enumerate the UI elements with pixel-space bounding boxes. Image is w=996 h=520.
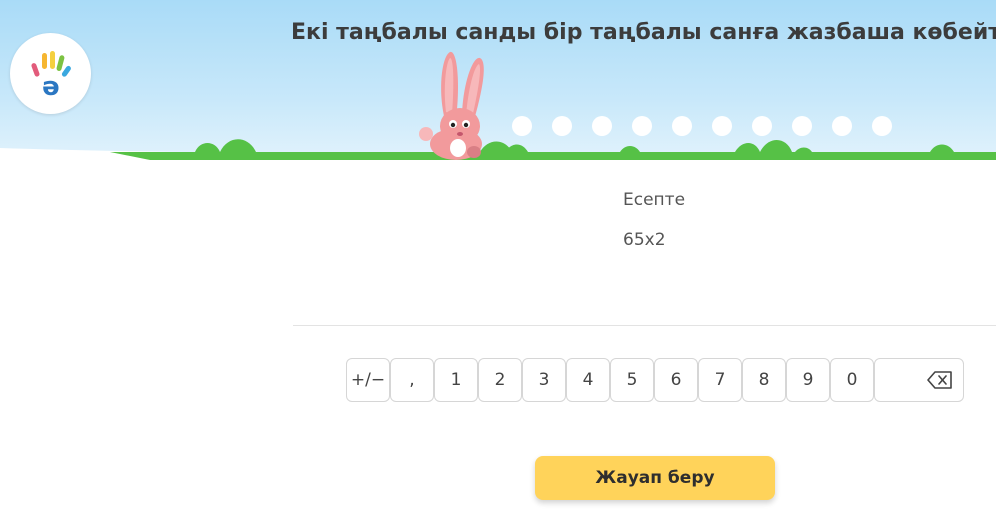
number-keypad: +/− , 1 2 3 4 5 6 7 8 9 0 xyxy=(346,358,964,402)
progress-dot xyxy=(552,116,572,136)
progress-dot xyxy=(872,116,892,136)
progress-dot xyxy=(752,116,772,136)
digit-key-5[interactable]: 5 xyxy=(610,358,654,402)
digit-key-0[interactable]: 0 xyxy=(830,358,874,402)
hand-logo-icon: ә xyxy=(30,50,71,99)
question-expression: 65x2 xyxy=(623,230,666,250)
digit-key-6[interactable]: 6 xyxy=(654,358,698,402)
sign-toggle-key[interactable]: +/− xyxy=(346,358,390,402)
progress-dots xyxy=(512,116,892,136)
digit-key-3[interactable]: 3 xyxy=(522,358,566,402)
progress-dot xyxy=(712,116,732,136)
progress-dot xyxy=(512,116,532,136)
progress-dot xyxy=(792,116,812,136)
comma-key[interactable]: , xyxy=(390,358,434,402)
digit-key-9[interactable]: 9 xyxy=(786,358,830,402)
backspace-key[interactable] xyxy=(874,358,964,402)
backspace-icon xyxy=(927,371,952,389)
submit-answer-button[interactable]: Жауап беру xyxy=(535,456,775,500)
progress-dot xyxy=(672,116,692,136)
app-logo[interactable]: ә xyxy=(10,33,91,114)
bunny-mascot xyxy=(419,51,484,160)
divider xyxy=(293,325,996,326)
progress-dot xyxy=(832,116,852,136)
question-label: Есепте xyxy=(623,190,686,210)
svg-text:ә: ә xyxy=(42,72,60,99)
page-title: Екі таңбалы санды бір таңбалы санға жазб… xyxy=(291,20,996,45)
progress-dot xyxy=(592,116,612,136)
digit-key-1[interactable]: 1 xyxy=(434,358,478,402)
digit-key-8[interactable]: 8 xyxy=(742,358,786,402)
digit-key-2[interactable]: 2 xyxy=(478,358,522,402)
sign-toggle-label: +/− xyxy=(350,370,386,390)
digit-key-7[interactable]: 7 xyxy=(698,358,742,402)
question-block: Есепте 65x2 xyxy=(623,190,685,250)
digit-key-4[interactable]: 4 xyxy=(566,358,610,402)
progress-dot xyxy=(632,116,652,136)
